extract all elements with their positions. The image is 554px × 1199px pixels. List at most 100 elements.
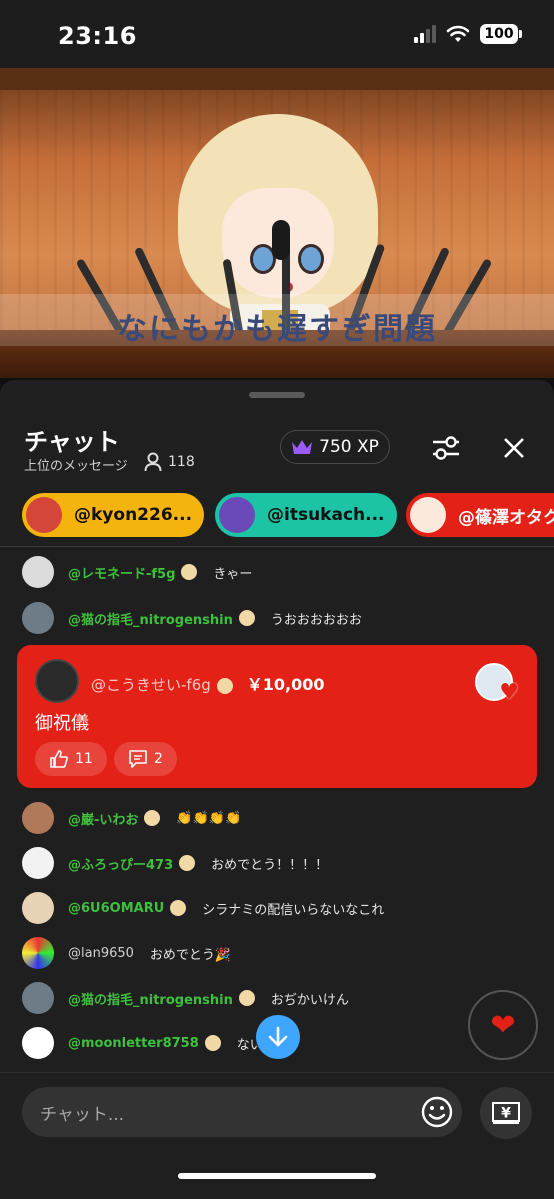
avatar: [26, 497, 62, 533]
avatar: [22, 802, 54, 834]
avatar: [22, 982, 54, 1014]
viewer-count-value: 118: [168, 454, 195, 470]
yen-symbol: ¥: [501, 1106, 511, 1122]
status-time: 23:16: [58, 22, 137, 50]
pinned-supporter-name: @itsukach...: [267, 505, 385, 525]
message-text: シラナミの配信いらないなこれ: [202, 902, 385, 918]
member-badge-icon: [170, 900, 187, 916]
avatar: [22, 892, 54, 924]
ceiling: [0, 68, 554, 90]
super-chat-card[interactable]: @こうきせい-f6g ￥10,000 ♥ 御祝儀 11 2: [17, 645, 537, 788]
pinned-supporters: @kyon226... @itsukach... @篠澤オタク: [22, 493, 554, 537]
message-author: @ふろっぴー473: [68, 857, 174, 873]
message-author: @巌-いわお: [68, 812, 139, 828]
message-text: うおおおおおお: [270, 612, 362, 628]
message-text: 👏👏👏👏: [176, 810, 242, 826]
chat-message[interactable]: @moonletter8758 ない: [22, 1026, 263, 1060]
avatar: [22, 602, 54, 634]
microphone-head: [272, 220, 290, 260]
chat-input-placeholder: チャット...: [40, 1104, 125, 1125]
like-button[interactable]: 11: [35, 742, 107, 776]
message-text: おめでとう！！！！: [211, 857, 329, 873]
pinned-supporter-pill[interactable]: @itsukach...: [215, 493, 397, 537]
video-player[interactable]: なにもかも遅すぎ問題: [0, 68, 554, 378]
avatar: [410, 497, 446, 533]
close-button[interactable]: [494, 428, 534, 468]
thumbs-up-icon: [50, 750, 68, 768]
person-icon: [144, 452, 162, 472]
signal-icon: [414, 25, 436, 43]
avatar: [35, 659, 79, 703]
chat-title: チャット: [24, 428, 120, 456]
avatar: [22, 1027, 54, 1059]
chat-message[interactable]: @猫の指毛_nitrogenshin おぢかいけん: [22, 981, 349, 1015]
super-chat-button[interactable]: ¥: [480, 1087, 532, 1139]
xp-button[interactable]: 750 XP: [280, 430, 390, 464]
comment-icon: [129, 750, 147, 768]
battery-icon: 100: [480, 24, 522, 44]
chat-input-area: チャット... ¥: [0, 1072, 554, 1199]
pinned-supporter-name: @kyon226...: [74, 505, 193, 525]
heart-reaction-button[interactable]: ❤: [468, 990, 538, 1060]
message-author: @6U6OMARU: [68, 900, 165, 916]
close-icon: [504, 438, 524, 458]
filter-button[interactable]: [426, 428, 466, 468]
chat-panel: チャット 上位のメッセージ 118 750 XP @kyon226... @it…: [0, 380, 554, 1199]
pinned-supporter-name: @篠澤オタク: [458, 507, 554, 528]
reply-count: 2: [154, 751, 163, 767]
message-text: きゃー: [213, 566, 253, 582]
character-eye-right: [298, 244, 324, 274]
message-text: おめでとう🎉: [149, 947, 232, 963]
chat-mode-selector[interactable]: 上位のメッセージ: [24, 455, 128, 474]
message-author: @moonletter8758: [68, 1035, 199, 1051]
emoji-icon[interactable]: [420, 1095, 454, 1129]
chat-message[interactable]: @巌-いわお 👏👏👏👏: [22, 801, 241, 835]
arrow-down-icon: [268, 1026, 288, 1047]
wifi-icon: [446, 25, 470, 42]
pinned-supporter-pill[interactable]: @篠澤オタク: [406, 493, 554, 537]
heart-icon: ♥: [499, 680, 519, 705]
member-badge-icon: [144, 810, 161, 826]
message-author: @lan9650: [68, 945, 134, 961]
scroll-to-bottom-button[interactable]: [256, 1015, 300, 1059]
member-badge-icon: [204, 1035, 221, 1051]
viewer-count: 118: [144, 452, 195, 472]
crown-icon: [292, 440, 313, 454]
yen-icon: ¥: [492, 1102, 520, 1124]
chat-message[interactable]: @6U6OMARU シラナミの配信いらないなこれ: [22, 891, 384, 925]
status-bar: 23:16 100: [0, 0, 554, 68]
video-caption: なにもかも遅すぎ問題: [117, 312, 437, 347]
drag-handle[interactable]: [249, 392, 305, 398]
chat-input[interactable]: チャット...: [22, 1087, 462, 1137]
avatar: [219, 497, 255, 533]
member-badge-icon: [216, 677, 233, 694]
chat-message[interactable]: @lan9650 おめでとう🎉: [22, 936, 231, 970]
avatar: [22, 937, 54, 969]
avatar: [22, 556, 54, 588]
message-author: @猫の指毛_nitrogenshin: [68, 992, 233, 1008]
super-chat-amount: ￥10,000: [246, 675, 325, 694]
sliders-icon: [433, 436, 459, 460]
super-chat-author: @こうきせい-f6g: [91, 676, 211, 694]
home-indicator[interactable]: [178, 1173, 376, 1179]
divider: [0, 546, 554, 547]
status-icons: 100: [414, 24, 522, 44]
chat-message[interactable]: @猫の指毛_nitrogenshin うおおおおおお: [22, 601, 362, 635]
member-badge-icon: [179, 855, 196, 871]
member-badge-icon: [238, 610, 255, 626]
like-count: 11: [75, 751, 93, 767]
heart-icon: ❤: [490, 1007, 516, 1043]
chat-message[interactable]: @レモネード-f5g きゃー: [22, 555, 252, 589]
super-chat-message: 御祝儀: [35, 713, 89, 734]
member-badge-icon: [181, 564, 198, 580]
member-badge-icon: [238, 990, 255, 1006]
xp-value: 750 XP: [319, 437, 379, 457]
message-author: @レモネード-f5g: [68, 566, 176, 582]
message-text: おぢかいけん: [270, 992, 349, 1008]
creator-heart-avatar: ♥: [475, 663, 519, 705]
super-chat-header: @こうきせい-f6g ￥10,000: [91, 671, 325, 695]
message-author: @猫の指毛_nitrogenshin: [68, 612, 233, 628]
reply-button[interactable]: 2: [114, 742, 177, 776]
chat-message[interactable]: @ふろっぴー473 おめでとう！！！！: [22, 846, 328, 880]
pinned-supporter-pill[interactable]: @kyon226...: [22, 493, 204, 537]
